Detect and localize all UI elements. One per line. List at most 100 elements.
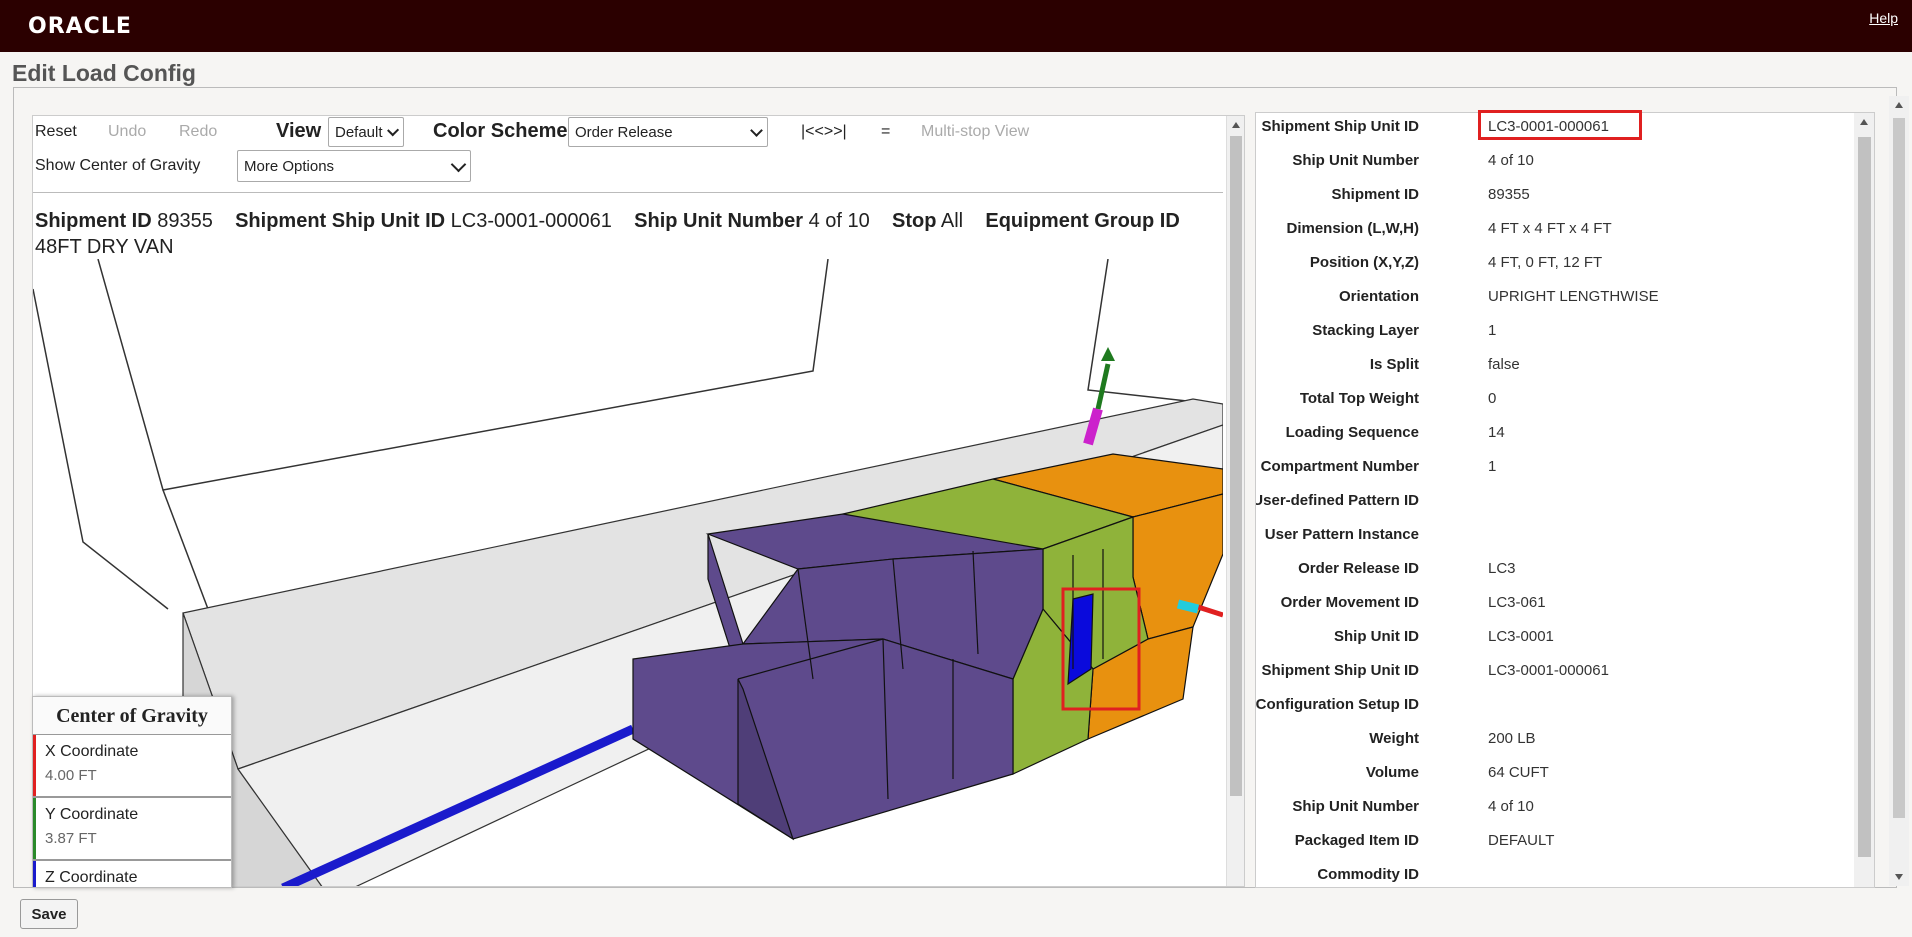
y-color-bar (33, 798, 36, 859)
stop-nav-button[interactable]: |<<>>| (801, 123, 847, 141)
cog-y-label: Y Coordinate (45, 806, 139, 823)
property-value[interactable]: 200 LB (1488, 730, 1536, 747)
cog-x-label: X Coordinate (45, 743, 139, 760)
scroll-thumb[interactable] (1893, 118, 1905, 818)
property-value[interactable]: 89355 (1488, 186, 1530, 203)
property-key: Order Movement ID (1280, 594, 1419, 611)
property-key: Order Release ID (1298, 560, 1419, 577)
ssu-id-value: LC3-0001-000061 (450, 210, 612, 232)
property-row: Loading Sequence 14 (1256, 424, 1856, 458)
property-row: Order Movement ID LC3-061 (1256, 594, 1856, 628)
property-value[interactable]: DEFAULT (1488, 832, 1554, 849)
property-value[interactable]: LC3 (1488, 560, 1516, 577)
equipment-group-label: Equipment Group ID (985, 210, 1180, 232)
property-key: Orientation (1338, 288, 1419, 305)
property-row: User Pattern Instance (1256, 526, 1856, 560)
property-value[interactable]: 1 (1488, 322, 1496, 339)
property-key: Total Top Weight (1299, 390, 1419, 407)
property-value[interactable]: 0 (1488, 390, 1496, 407)
equipment-group-value: 48FT DRY VAN (35, 236, 174, 258)
ship-unit-number-value: 4 of 10 (808, 210, 870, 232)
cog-y-value: 3.87 FT (45, 830, 97, 847)
undo-button[interactable]: Undo (108, 123, 146, 141)
property-key: Ship Unit Number (1292, 798, 1419, 815)
z-color-bar (33, 861, 36, 887)
cog-x: X Coordinate 4.00 FT (33, 735, 231, 798)
equals-button[interactable]: = (881, 123, 890, 141)
property-key: Ship Unit Number (1292, 152, 1419, 169)
more-options-label: More Options (244, 157, 335, 175)
property-row: Shipment Ship Unit ID LC3-0001-000061 (1256, 662, 1856, 696)
property-row: Shipment ID 89355 (1256, 186, 1856, 220)
property-row: Dimension (L,W,H) 4 FT x 4 FT x 4 FT (1256, 220, 1856, 254)
scroll-thumb[interactable] (1230, 136, 1242, 796)
property-value[interactable]: LC3-061 (1488, 594, 1546, 611)
property-key: Load Configuration Setup ID (1255, 696, 1419, 713)
help-link[interactable]: Help (1869, 10, 1898, 26)
property-value[interactable]: 4 of 10 (1488, 152, 1534, 169)
property-row: Order Release ID LC3 (1256, 560, 1856, 594)
property-value[interactable]: UPRIGHT LENGTHWISE (1488, 288, 1659, 305)
chevron-down-icon (386, 123, 399, 137)
property-row: Orientation UPRIGHT LENGTHWISE (1256, 288, 1856, 322)
cog-z: Z Coordinate (33, 861, 231, 887)
chevron-down-icon (750, 123, 763, 137)
redo-button[interactable]: Redo (179, 123, 217, 141)
show-cog-toggle[interactable]: Show Center of Gravity (35, 157, 200, 175)
top-bar: ORACLE Help (0, 0, 1912, 52)
viewer-scrollbar[interactable] (1226, 116, 1244, 886)
page-scrollbar[interactable] (1889, 96, 1909, 886)
gizmo-x-axis[interactable] (1197, 604, 1223, 618)
property-key: Is Split (1369, 356, 1419, 373)
reset-button[interactable]: Reset (35, 123, 77, 141)
property-key: Dimension (L,W,H) (1286, 220, 1420, 237)
property-row: User-defined Pattern ID (1256, 492, 1856, 526)
shipment-id-value: 89355 (157, 210, 213, 232)
multistop-view-button[interactable]: Multi-stop View (921, 123, 1029, 141)
gizmo-cyan-axis (1176, 599, 1200, 614)
scroll-up-icon[interactable] (1895, 102, 1903, 108)
save-button[interactable]: Save (20, 899, 78, 929)
gizmo-y-axis[interactable] (1095, 363, 1111, 410)
page-title: Edit Load Config (12, 60, 196, 86)
color-scheme-select[interactable]: Order Release (568, 117, 768, 147)
scroll-thumb[interactable] (1858, 137, 1871, 857)
view-label: View (276, 120, 322, 142)
property-value[interactable]: 4 of 10 (1488, 798, 1534, 815)
property-key: Shipment Ship Unit ID (1261, 662, 1420, 679)
property-row: Volume 64 CUFT (1256, 764, 1856, 798)
property-value[interactable]: false (1488, 356, 1520, 373)
cog-x-value: 4.00 FT (45, 767, 97, 784)
scroll-up-icon[interactable] (1860, 119, 1868, 125)
property-key: Shipment Ship Unit ID (1261, 118, 1420, 135)
gizmo-y-arrow[interactable] (1101, 347, 1115, 361)
property-key: Weight (1369, 730, 1419, 747)
ship-unit-number-label: Ship Unit Number (634, 210, 804, 232)
stop-label: Stop (892, 210, 937, 232)
property-key: Loading Sequence (1285, 424, 1419, 441)
more-options-select[interactable]: More Options (237, 150, 471, 182)
x-color-bar (33, 735, 36, 796)
scroll-down-icon[interactable] (1895, 874, 1903, 880)
property-value[interactable]: 4 FT x 4 FT x 4 FT (1488, 220, 1612, 237)
property-row: Position (X,Y,Z) 4 FT, 0 FT, 12 FT (1256, 254, 1856, 288)
properties-scrollbar[interactable] (1854, 113, 1874, 887)
cargo-face-orange-upper (1132, 493, 1223, 640)
property-key: User Pattern Instance (1264, 526, 1419, 543)
property-value[interactable]: 4 FT, 0 FT, 12 FT (1488, 254, 1602, 271)
highlight-ssu-id (1478, 110, 1642, 140)
view-select[interactable]: Default (328, 117, 404, 147)
property-value[interactable]: 1 (1488, 458, 1496, 475)
property-value[interactable]: 14 (1488, 424, 1505, 441)
chevron-down-icon (450, 156, 467, 172)
property-row: Packaged Item ID DEFAULT (1256, 832, 1856, 866)
property-value[interactable]: LC3-0001 (1488, 628, 1554, 645)
property-value[interactable]: LC3-0001-000061 (1488, 662, 1609, 679)
property-row: Total Top Weight 0 (1256, 390, 1856, 424)
cargo-face-purple-lower (632, 638, 1014, 840)
scroll-up-icon[interactable] (1232, 122, 1240, 128)
property-value[interactable]: 64 CUFT (1488, 764, 1549, 781)
properties-panel: Shipment Ship Unit ID LC3-0001-000061 Ship… (1255, 112, 1875, 888)
property-key: User-defined Pattern ID (1255, 492, 1419, 509)
cog-y: Y Coordinate 3.87 FT (33, 798, 231, 861)
